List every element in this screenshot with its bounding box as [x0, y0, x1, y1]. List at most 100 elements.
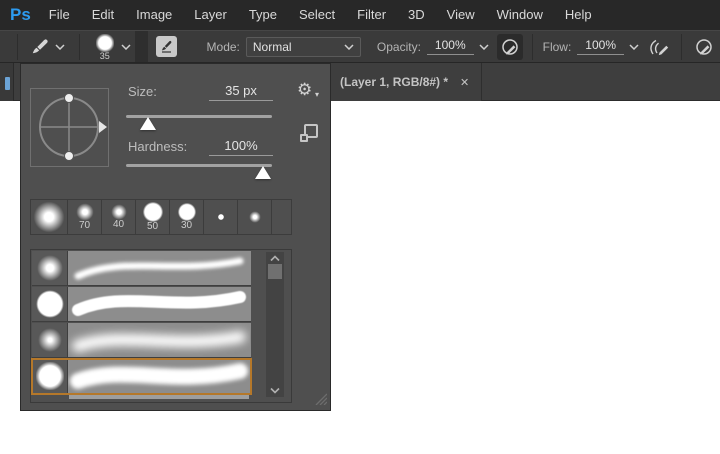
brush-stroke-preview	[68, 359, 251, 393]
menu-select[interactable]: Select	[288, 0, 346, 30]
pressure-opacity-icon	[501, 38, 518, 55]
brush-tip-cell	[32, 323, 68, 357]
divider	[531, 33, 533, 60]
menu-bar: Ps File Edit Image Layer Type Select Fil…	[0, 0, 720, 30]
brush-preset[interactable]	[238, 200, 272, 234]
preset-size-label: 40	[112, 219, 125, 230]
hardness-value[interactable]: 100%	[209, 138, 273, 156]
divider	[681, 33, 682, 60]
brush-stroke-row-selected[interactable]	[31, 358, 252, 395]
pressure-opacity-button[interactable]	[496, 33, 523, 60]
flow-label: Flow:	[542, 39, 572, 54]
brush-tip-cell	[32, 251, 68, 285]
brush-tip-preview	[95, 33, 114, 52]
mode-value: Normal	[252, 39, 292, 54]
brush-preset[interactable]: 30	[170, 200, 204, 234]
brush-preset-panel: Size: 35 px Hardness: 100% ⚙ ▾ 70 40 50 …	[20, 63, 331, 411]
brush-tool-preset[interactable]	[30, 37, 65, 57]
menu-edit[interactable]: Edit	[81, 0, 125, 30]
menu-view[interactable]: View	[436, 0, 486, 30]
brush-dot-hard	[142, 202, 163, 222]
menu-layer[interactable]: Layer	[183, 0, 238, 30]
brush-stroke-preview	[68, 287, 251, 321]
flow-value[interactable]: 100%	[577, 38, 624, 55]
toggle-brush-settings-button[interactable]	[155, 36, 177, 57]
chevron-down-icon	[55, 43, 65, 50]
brush-preset[interactable]	[204, 200, 238, 234]
hardness-slider-thumb[interactable]	[255, 166, 271, 179]
brush-preset[interactable]: 70	[68, 200, 102, 234]
brush-dot-soft	[75, 203, 94, 221]
chevron-down-icon[interactable]	[479, 43, 489, 50]
airbrush-icon	[650, 39, 669, 55]
resize-grip-icon[interactable]	[312, 393, 327, 405]
brush-stroke-row[interactable]	[32, 251, 251, 286]
chevron-down-icon	[344, 43, 354, 50]
preset-size-label: 30	[180, 220, 193, 231]
brush-stroke-preview	[68, 323, 251, 357]
hardness-label: Hardness:	[128, 139, 188, 154]
mode-label: Mode:	[206, 39, 240, 54]
scrollbar-thumb[interactable]	[268, 264, 282, 279]
scroll-up-icon[interactable]	[269, 255, 281, 262]
opacity-label: Opacity:	[376, 39, 421, 54]
brush-stroke-list	[30, 249, 292, 403]
brush-settings-icon	[161, 40, 171, 53]
document-title: (Layer 1, RGB/8#) *	[340, 75, 449, 89]
menu-file[interactable]: File	[38, 0, 81, 30]
pressure-size-icon	[696, 38, 712, 55]
tools-panel-edge	[0, 63, 14, 101]
size-value[interactable]: 35 px	[209, 83, 273, 101]
brush-preset[interactable]: 50	[136, 200, 170, 234]
mode-dropdown[interactable]: Normal	[245, 36, 361, 57]
menu-help[interactable]: Help	[554, 0, 603, 30]
size-label: Size:	[128, 84, 157, 99]
new-brush-sub-icon	[300, 134, 308, 142]
menu-window[interactable]: Window	[486, 0, 554, 30]
brush-preset[interactable]: 40	[102, 200, 136, 234]
vertical-scrollbar[interactable]	[266, 252, 284, 397]
brush-tool-icon	[32, 38, 48, 53]
brush-preset-picker[interactable]: 35	[94, 33, 116, 61]
menu-image[interactable]: Image	[125, 0, 183, 30]
document-tab[interactable]: (Layer 1, RGB/8#) * ✕	[331, 63, 482, 101]
close-tab-icon[interactable]: ✕	[460, 76, 469, 89]
menu-type[interactable]: Type	[238, 0, 288, 30]
brush-preset-size-row: 70 40 50 30	[30, 199, 292, 235]
brush-dot-hard	[217, 214, 224, 220]
hardness-slider-track[interactable]	[126, 164, 272, 167]
brush-dot-soft	[33, 201, 65, 233]
active-tool-indicator	[5, 77, 10, 90]
brush-tip-cell	[32, 287, 68, 321]
photoshop-logo: Ps	[10, 5, 31, 24]
options-bar: 35 Mode: Normal Opacity: 100% Flow: 100%	[0, 30, 720, 63]
brush-tip-cell	[32, 359, 68, 393]
chevron-down-icon[interactable]	[629, 43, 639, 50]
caret-down-icon: ▾	[315, 90, 320, 99]
create-new-brush-button[interactable]	[300, 124, 318, 142]
angle-roundness-icon	[39, 93, 107, 161]
brush-stroke-row[interactable]	[32, 323, 251, 358]
brush-dot-hard	[177, 203, 196, 221]
brush-dot-soft	[110, 204, 127, 220]
brush-size-number: 35	[99, 50, 110, 61]
gear-icon[interactable]: ⚙	[297, 80, 312, 100]
pressure-size-button[interactable]	[691, 34, 717, 60]
divider	[17, 33, 18, 60]
preset-size-label: 70	[78, 220, 91, 231]
brush-angle-control[interactable]	[30, 88, 109, 167]
brush-dot-soft	[248, 211, 261, 223]
size-slider-thumb[interactable]	[140, 117, 156, 130]
chevron-down-icon[interactable]	[121, 43, 131, 50]
brush-stroke-preview	[68, 251, 251, 285]
scroll-down-icon[interactable]	[269, 387, 281, 394]
brush-stroke-row[interactable]	[32, 287, 251, 322]
menu-3d[interactable]: 3D	[397, 0, 436, 30]
preset-size-label: 50	[146, 221, 159, 232]
brush-preset[interactable]	[31, 200, 68, 234]
menu-filter[interactable]: Filter	[346, 0, 397, 30]
divider	[134, 31, 148, 62]
divider	[79, 33, 80, 60]
opacity-value[interactable]: 100%	[426, 38, 474, 55]
airbrush-button[interactable]	[646, 34, 672, 60]
